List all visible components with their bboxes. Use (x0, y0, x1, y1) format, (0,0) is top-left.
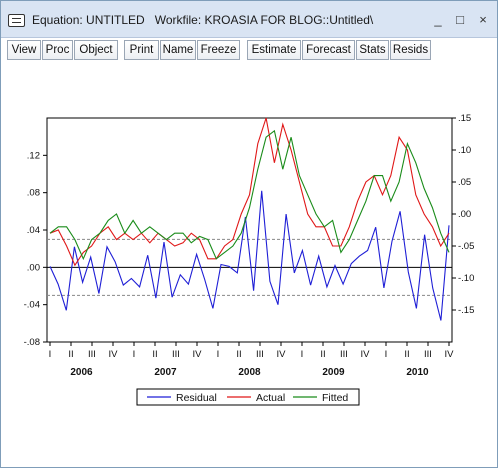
name-button[interactable]: Name (160, 40, 196, 60)
year-label: 2010 (406, 367, 429, 378)
maximize-icon[interactable]: □ (453, 13, 467, 27)
right-axis-tick-label: -.15 (458, 305, 474, 316)
right-axis-tick-label: .15 (458, 113, 471, 124)
minimize-icon[interactable]: _ (431, 13, 445, 27)
quarter-tick-label: IV (361, 349, 371, 360)
quarter-tick-label: II (236, 349, 241, 360)
quarter-tick-label: II (152, 349, 157, 360)
fitted-legend-label: Fitted (322, 392, 348, 404)
year-label: 2006 (70, 367, 93, 378)
quarter-tick-label: III (424, 349, 432, 360)
resids-button[interactable]: Resids (390, 40, 431, 60)
toolbar: View Proc Object Print Name Freeze Estim… (1, 38, 497, 62)
residual-legend-label: Residual (176, 392, 217, 404)
quarter-tick-label: IV (277, 349, 287, 360)
quarter-tick-label: IV (445, 349, 455, 360)
quarter-tick-label: III (256, 349, 264, 360)
right-axis-tick-label: .10 (458, 145, 471, 156)
proc-button[interactable]: Proc (42, 40, 73, 60)
print-button[interactable]: Print (124, 40, 159, 60)
right-axis-tick-label: .00 (458, 209, 471, 220)
left-axis-tick-label: -.08 (24, 337, 40, 348)
close-icon[interactable]: × (476, 13, 490, 27)
quarter-tick-label: IV (193, 349, 203, 360)
plot-area (46, 117, 453, 343)
quarter-tick-label: I (49, 349, 52, 360)
left-axis-tick-label: .00 (27, 262, 40, 273)
quarter-tick-label: IV (109, 349, 119, 360)
year-label: 2007 (154, 367, 177, 378)
quarter-tick-label: III (172, 349, 180, 360)
chart-legend: Residual Actual Fitted (136, 388, 360, 406)
stats-button[interactable]: Stats (356, 40, 389, 60)
quarter-tick-label: I (301, 349, 304, 360)
right-axis-tick-label: -.05 (458, 241, 474, 252)
object-button[interactable]: Object (74, 40, 118, 60)
left-axis-tick-label: -.04 (24, 300, 40, 311)
left-axis-tick-label: .04 (27, 225, 40, 236)
year-label: 2008 (238, 367, 261, 378)
quarter-tick-label: II (320, 349, 325, 360)
residual-actual-fitted-chart: .12 .08 .04 .00 -.04 -.08 .15 .10 .05 .00 -.05 -.10… (24, 113, 474, 406)
actual-legend-label: Actual (256, 392, 285, 404)
window-title: Equation: UNTITLED Workfile: KROASIA FOR… (32, 13, 374, 27)
quarter-tick-label: III (340, 349, 348, 360)
left-axis-tick-label: .12 (27, 150, 40, 161)
estimate-button[interactable]: Estimate (247, 40, 301, 60)
quarter-tick-label: I (133, 349, 136, 360)
year-label: 2009 (322, 367, 345, 378)
quarter-tick-label: I (217, 349, 220, 360)
quarter-tick-label: II (68, 349, 73, 360)
freeze-button[interactable]: Freeze (197, 40, 240, 60)
quarter-tick-label: III (88, 349, 96, 360)
equation-window: Equation: UNTITLED Workfile: KROASIA FOR… (0, 0, 498, 468)
quarter-tick-label: II (404, 349, 409, 360)
quarter-tick-label: I (385, 349, 388, 360)
title-bar[interactable]: Equation: UNTITLED Workfile: KROASIA FOR… (1, 1, 497, 38)
window-menu-icon[interactable] (8, 14, 25, 27)
view-button[interactable]: View (7, 40, 41, 60)
left-axis-tick-label: .08 (27, 188, 40, 199)
right-axis-tick-label: .05 (458, 177, 471, 188)
forecast-button[interactable]: Forecast (302, 40, 355, 60)
right-axis-tick-label: -.10 (458, 273, 474, 284)
